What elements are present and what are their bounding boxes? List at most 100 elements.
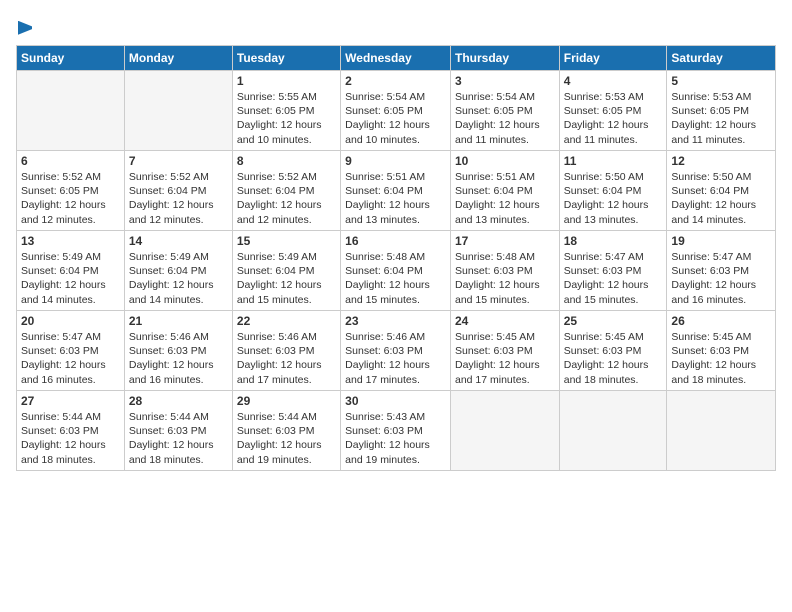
calendar-cell: 18 Sunrise: 5:47 AM Sunset: 6:03 PM Dayli… — [559, 231, 667, 311]
day-info: Sunrise: 5:51 AM Sunset: 6:04 PM Dayligh… — [345, 170, 446, 227]
calendar-cell: 28 Sunrise: 5:44 AM Sunset: 6:03 PM Dayli… — [124, 391, 232, 471]
day-info: Sunrise: 5:51 AM Sunset: 6:04 PM Dayligh… — [455, 170, 555, 227]
calendar-cell — [559, 391, 667, 471]
day-info: Sunrise: 5:47 AM Sunset: 6:03 PM Dayligh… — [21, 330, 120, 387]
day-info: Sunrise: 5:46 AM Sunset: 6:03 PM Dayligh… — [237, 330, 336, 387]
day-info: Sunrise: 5:49 AM Sunset: 6:04 PM Dayligh… — [21, 250, 120, 307]
day-number: 27 — [21, 394, 120, 408]
day-number: 29 — [237, 394, 336, 408]
calendar-cell: 15 Sunrise: 5:49 AM Sunset: 6:04 PM Dayli… — [232, 231, 340, 311]
day-info: Sunrise: 5:46 AM Sunset: 6:03 PM Dayligh… — [129, 330, 228, 387]
weekday-header-sunday: Sunday — [17, 46, 125, 71]
calendar-cell: 24 Sunrise: 5:45 AM Sunset: 6:03 PM Dayli… — [450, 311, 559, 391]
weekday-header-saturday: Saturday — [667, 46, 776, 71]
calendar-cell: 13Sunrise: 5:49 AM Sunset: 6:04 PM Dayli… — [17, 231, 125, 311]
day-info: Sunrise: 5:46 AM Sunset: 6:03 PM Dayligh… — [345, 330, 446, 387]
day-info: Sunrise: 5:54 AM Sunset: 6:05 PM Dayligh… — [345, 90, 446, 147]
day-number: 21 — [129, 314, 228, 328]
day-number: 15 — [237, 234, 336, 248]
day-number: 22 — [237, 314, 336, 328]
day-info: Sunrise: 5:47 AM Sunset: 6:03 PM Dayligh… — [671, 250, 771, 307]
day-number: 26 — [671, 314, 771, 328]
day-info: Sunrise: 5:52 AM Sunset: 6:04 PM Dayligh… — [129, 170, 228, 227]
day-number: 20 — [21, 314, 120, 328]
calendar-cell: 3Sunrise: 5:54 AM Sunset: 6:05 PM Daylig… — [450, 71, 559, 151]
calendar-cell: 17 Sunrise: 5:48 AM Sunset: 6:03 PM Dayli… — [450, 231, 559, 311]
calendar-cell: 16 Sunrise: 5:48 AM Sunset: 6:04 PM Dayli… — [341, 231, 451, 311]
weekday-header-thursday: Thursday — [450, 46, 559, 71]
calendar-cell: 11Sunrise: 5:50 AM Sunset: 6:04 PM Dayli… — [559, 151, 667, 231]
day-number: 8 — [237, 154, 336, 168]
weekday-header-tuesday: Tuesday — [232, 46, 340, 71]
calendar-cell — [17, 71, 125, 151]
weekday-header-monday: Monday — [124, 46, 232, 71]
day-number: 25 — [564, 314, 663, 328]
day-info: Sunrise: 5:44 AM Sunset: 6:03 PM Dayligh… — [21, 410, 120, 467]
day-info: Sunrise: 5:44 AM Sunset: 6:03 PM Dayligh… — [237, 410, 336, 467]
day-number: 1 — [237, 74, 336, 88]
calendar-cell: 10 Sunrise: 5:51 AM Sunset: 6:04 PM Dayli… — [450, 151, 559, 231]
calendar-cell: 7 Sunrise: 5:52 AM Sunset: 6:04 PM Daylig… — [124, 151, 232, 231]
calendar-cell: 23Sunrise: 5:46 AM Sunset: 6:03 PM Dayli… — [341, 311, 451, 391]
day-info: Sunrise: 5:45 AM Sunset: 6:03 PM Dayligh… — [564, 330, 663, 387]
calendar-cell: 29 Sunrise: 5:44 AM Sunset: 6:03 PM Dayli… — [232, 391, 340, 471]
day-number: 3 — [455, 74, 555, 88]
day-info: Sunrise: 5:53 AM Sunset: 6:05 PM Dayligh… — [671, 90, 771, 147]
day-number: 10 — [455, 154, 555, 168]
day-info: Sunrise: 5:52 AM Sunset: 6:04 PM Dayligh… — [237, 170, 336, 227]
day-number: 14 — [129, 234, 228, 248]
day-number: 7 — [129, 154, 228, 168]
header — [16, 16, 776, 37]
day-number: 16 — [345, 234, 446, 248]
calendar-cell: 26 Sunrise: 5:45 AM Sunset: 6:03 PM Dayli… — [667, 311, 776, 391]
calendar-cell: 9Sunrise: 5:51 AM Sunset: 6:04 PM Daylig… — [341, 151, 451, 231]
day-info: Sunrise: 5:45 AM Sunset: 6:03 PM Dayligh… — [671, 330, 771, 387]
day-info: Sunrise: 5:48 AM Sunset: 6:03 PM Dayligh… — [455, 250, 555, 307]
day-info: Sunrise: 5:45 AM Sunset: 6:03 PM Dayligh… — [455, 330, 555, 387]
day-number: 5 — [671, 74, 771, 88]
calendar-cell: 1 Sunrise: 5:55 AM Sunset: 6:05 PM Daylig… — [232, 71, 340, 151]
day-info: Sunrise: 5:50 AM Sunset: 6:04 PM Dayligh… — [564, 170, 663, 227]
calendar-cell: 12Sunrise: 5:50 AM Sunset: 6:04 PM Dayli… — [667, 151, 776, 231]
day-number: 2 — [345, 74, 446, 88]
logo-icon — [18, 21, 32, 35]
day-info: Sunrise: 5:47 AM Sunset: 6:03 PM Dayligh… — [564, 250, 663, 307]
day-info: Sunrise: 5:49 AM Sunset: 6:04 PM Dayligh… — [129, 250, 228, 307]
weekday-header-row: SundayMondayTuesdayWednesdayThursdayFrid… — [17, 46, 776, 71]
calendar-cell: 27 Sunrise: 5:44 AM Sunset: 6:03 PM Dayli… — [17, 391, 125, 471]
calendar-cell: 19 Sunrise: 5:47 AM Sunset: 6:03 PM Dayli… — [667, 231, 776, 311]
calendar-cell — [450, 391, 559, 471]
day-number: 17 — [455, 234, 555, 248]
weekday-header-friday: Friday — [559, 46, 667, 71]
calendar-cell: 21 Sunrise: 5:46 AM Sunset: 6:03 PM Dayli… — [124, 311, 232, 391]
day-info: Sunrise: 5:44 AM Sunset: 6:03 PM Dayligh… — [129, 410, 228, 467]
calendar-cell: 20 Sunrise: 5:47 AM Sunset: 6:03 PM Dayli… — [17, 311, 125, 391]
calendar-cell: 4 Sunrise: 5:53 AM Sunset: 6:05 PM Daylig… — [559, 71, 667, 151]
day-info: Sunrise: 5:48 AM Sunset: 6:04 PM Dayligh… — [345, 250, 446, 307]
day-info: Sunrise: 5:49 AM Sunset: 6:04 PM Dayligh… — [237, 250, 336, 307]
day-info: Sunrise: 5:53 AM Sunset: 6:05 PM Dayligh… — [564, 90, 663, 147]
week-row-4: 20 Sunrise: 5:47 AM Sunset: 6:03 PM Dayli… — [17, 311, 776, 391]
calendar-cell: 22 Sunrise: 5:46 AM Sunset: 6:03 PM Dayli… — [232, 311, 340, 391]
day-number: 6 — [21, 154, 120, 168]
day-info: Sunrise: 5:55 AM Sunset: 6:05 PM Dayligh… — [237, 90, 336, 147]
day-number: 24 — [455, 314, 555, 328]
day-number: 4 — [564, 74, 663, 88]
weekday-header-wednesday: Wednesday — [341, 46, 451, 71]
calendar-cell: 6Sunrise: 5:52 AM Sunset: 6:05 PM Daylig… — [17, 151, 125, 231]
day-info: Sunrise: 5:43 AM Sunset: 6:03 PM Dayligh… — [345, 410, 446, 467]
calendar-cell: 14 Sunrise: 5:49 AM Sunset: 6:04 PM Dayli… — [124, 231, 232, 311]
day-number: 19 — [671, 234, 771, 248]
calendar-cell — [667, 391, 776, 471]
day-number: 18 — [564, 234, 663, 248]
calendar-cell: 2 Sunrise: 5:54 AM Sunset: 6:05 PM Daylig… — [341, 71, 451, 151]
week-row-1: 1 Sunrise: 5:55 AM Sunset: 6:05 PM Daylig… — [17, 71, 776, 151]
day-number: 30 — [345, 394, 446, 408]
week-row-5: 27 Sunrise: 5:44 AM Sunset: 6:03 PM Dayli… — [17, 391, 776, 471]
day-number: 28 — [129, 394, 228, 408]
calendar-cell — [124, 71, 232, 151]
logo — [16, 16, 32, 37]
logo-line1 — [16, 16, 32, 37]
day-number: 12 — [671, 154, 771, 168]
calendar-cell: 30 Sunrise: 5:43 AM Sunset: 6:03 PM Dayli… — [341, 391, 451, 471]
